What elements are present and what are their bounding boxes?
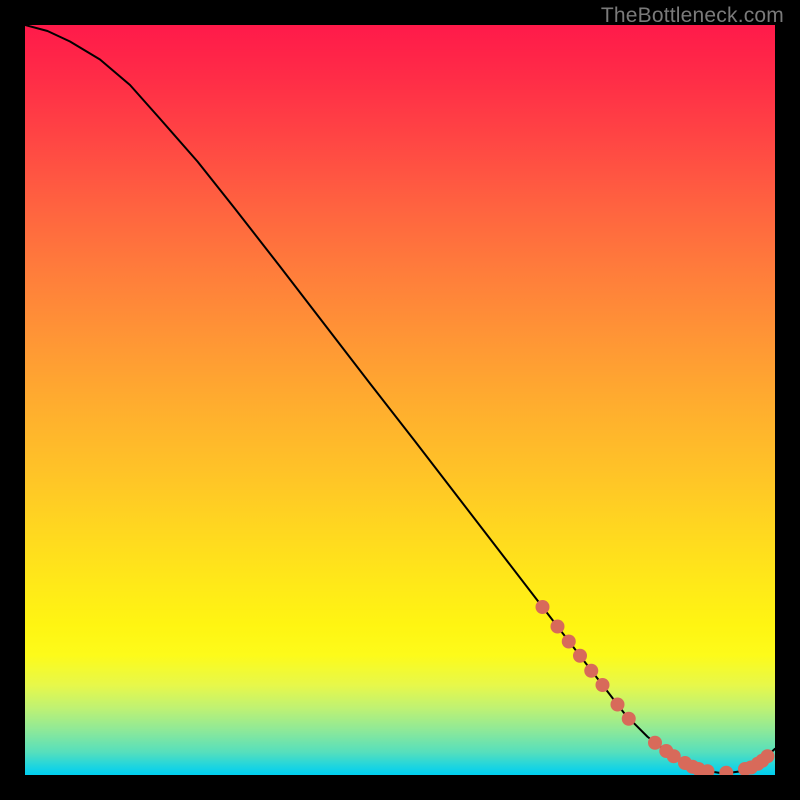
chart-plot-area [25, 25, 775, 775]
data-marker [562, 635, 576, 649]
data-marker [584, 664, 598, 678]
data-marker [611, 698, 625, 712]
watermark-text: TheBottleneck.com [601, 4, 784, 28]
chart-svg [25, 25, 775, 775]
data-marker [719, 766, 733, 775]
data-marker [622, 712, 636, 726]
marker-group [536, 600, 775, 775]
data-marker [761, 749, 775, 763]
data-marker [648, 736, 662, 750]
bottleneck-curve-line [25, 25, 775, 773]
data-marker [596, 678, 610, 692]
data-marker [536, 600, 550, 614]
data-marker [573, 649, 587, 663]
data-marker [551, 620, 565, 634]
